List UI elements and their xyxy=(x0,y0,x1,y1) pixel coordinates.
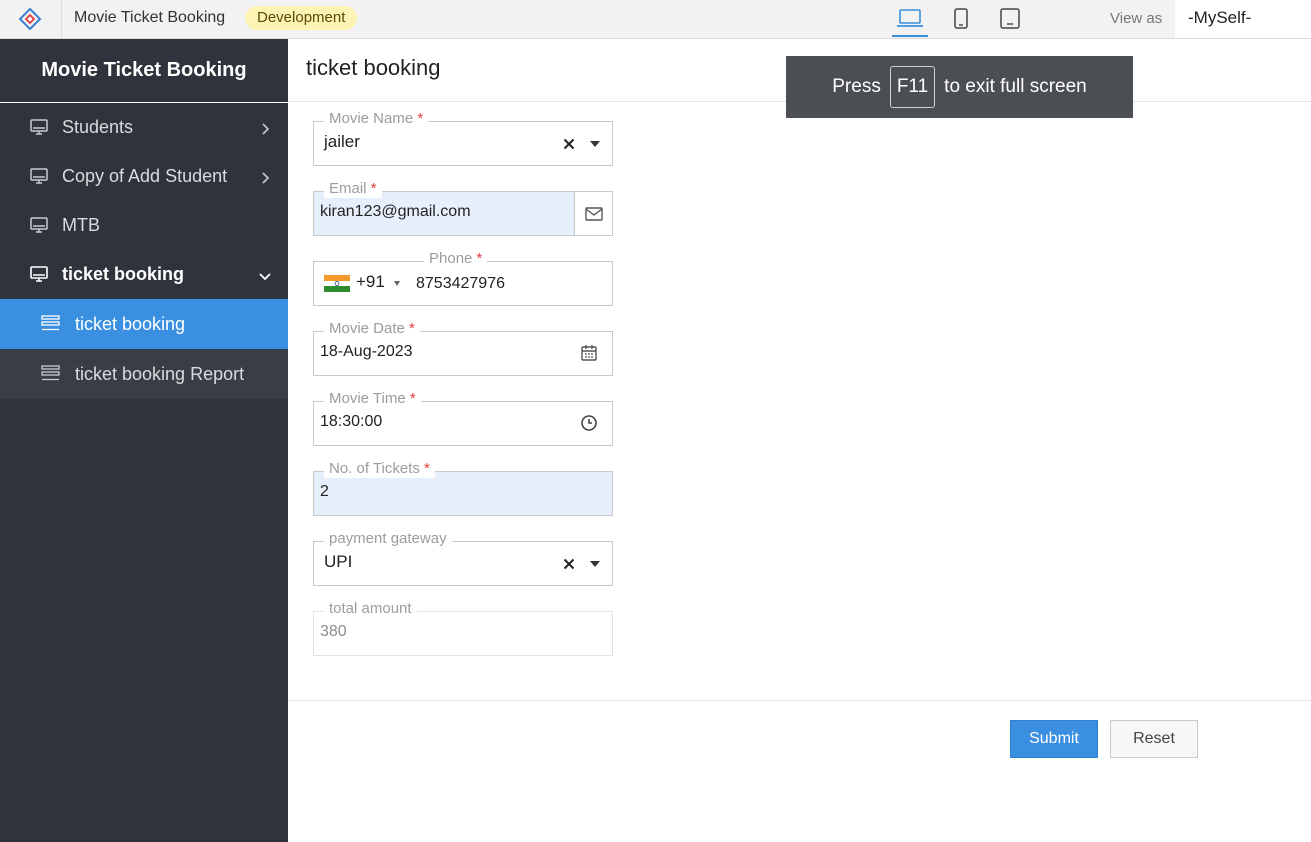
chevron-down-icon[interactable] xyxy=(590,141,600,147)
sidebar-item-label: Students xyxy=(62,117,134,137)
field-label: Movie Time * xyxy=(324,390,421,408)
monitor-icon xyxy=(29,167,49,185)
total-amount-field: total amount 380 xyxy=(313,600,613,656)
sidebar-item-label: Copy of Add Student xyxy=(62,166,228,186)
movie-name-value: jailer xyxy=(324,132,360,151)
tablet-view-button[interactable] xyxy=(992,7,1028,37)
sidebar-subitem-label: ticket booking Report xyxy=(75,363,245,384)
mail-icon[interactable] xyxy=(574,192,612,235)
clear-icon[interactable] xyxy=(563,137,575,150)
sidebar-subitem-ticket-booking-report[interactable]: ticket booking Report xyxy=(0,349,288,399)
monitor-icon xyxy=(29,118,49,136)
india-flag-icon[interactable] xyxy=(324,275,350,292)
fullscreen-toast: Press F11 to exit full screen xyxy=(786,56,1133,118)
reset-button[interactable]: Reset xyxy=(1110,720,1198,758)
tickets-field[interactable]: No. of Tickets * 2 xyxy=(313,460,613,516)
phone-icon xyxy=(954,8,968,29)
field-label: Movie Date * xyxy=(324,320,420,338)
sidebar-title: Movie Ticket Booking xyxy=(0,39,288,103)
chevron-down-icon[interactable] xyxy=(394,281,400,286)
sidebar: Movie Ticket Booking Students Copy of Ad… xyxy=(0,39,288,842)
phone-field[interactable]: Phone * +91 8753427976 xyxy=(313,250,613,306)
page-title: ticket booking xyxy=(306,55,441,80)
sidebar-item-label: MTB xyxy=(62,215,100,235)
list-icon xyxy=(41,364,61,382)
sidebar-item-ticket-booking[interactable]: ticket booking xyxy=(0,250,288,299)
field-label: Email * xyxy=(324,180,382,198)
top-bar: Movie Ticket Booking Development View as… xyxy=(0,0,1311,39)
submit-button[interactable]: Submit xyxy=(1010,720,1098,758)
movie-date-field[interactable]: Movie Date * 18-Aug-2023 xyxy=(313,320,613,376)
view-as-user-select[interactable]: -MySelf- xyxy=(1175,0,1311,38)
clear-icon[interactable] xyxy=(563,557,575,570)
movie-date-value: 18-Aug-2023 xyxy=(320,343,413,360)
field-label: payment gateway xyxy=(324,530,452,548)
divider xyxy=(61,0,62,38)
sidebar-item-label: ticket booking xyxy=(62,264,185,284)
field-label: Phone * xyxy=(424,250,488,268)
phone-view-button[interactable] xyxy=(943,7,979,37)
monitor-icon xyxy=(29,216,49,234)
app-name: Movie Ticket Booking xyxy=(74,9,226,26)
movie-time-value: 18:30:00 xyxy=(320,413,383,430)
email-value: kiran123@gmail.com xyxy=(320,203,471,220)
divider xyxy=(288,700,1311,701)
movie-time-field[interactable]: Movie Time * 18:30:00 xyxy=(313,390,613,446)
laptop-view-button[interactable] xyxy=(892,7,928,37)
chevron-down-icon[interactable] xyxy=(590,561,600,567)
toast-suffix: to exit full screen xyxy=(944,76,1087,97)
toast-prefix: Press xyxy=(832,76,881,97)
payment-gateway-select[interactable]: payment gateway UPI xyxy=(313,530,613,586)
list-icon xyxy=(41,314,61,332)
total-amount-value: 380 xyxy=(320,623,347,640)
laptop-icon xyxy=(897,9,923,27)
sidebar-item-students[interactable]: Students xyxy=(0,103,288,152)
field-label: Movie Name * xyxy=(324,110,429,128)
view-as-user: -MySelf- xyxy=(1188,8,1252,27)
field-label: total amount xyxy=(324,600,417,618)
sidebar-item-mtb[interactable]: MTB xyxy=(0,201,288,250)
chevron-right-icon xyxy=(258,169,272,184)
f11-key: F11 xyxy=(889,66,936,108)
payment-gateway-value: UPI xyxy=(324,552,353,571)
sidebar-item-copy-of-add-student[interactable]: Copy of Add Student xyxy=(0,152,288,201)
calendar-icon[interactable] xyxy=(580,344,598,362)
dial-code[interactable]: +91 xyxy=(356,272,385,292)
clock-icon[interactable] xyxy=(580,414,598,432)
field-label: No. of Tickets * xyxy=(324,460,435,478)
movie-name-select[interactable]: Movie Name * jailer xyxy=(313,110,613,166)
email-field[interactable]: Email * kiran123@gmail.com xyxy=(313,180,613,236)
chevron-down-icon xyxy=(258,267,272,281)
sidebar-subitem-ticket-booking[interactable]: ticket booking xyxy=(0,299,288,349)
app-logo-icon[interactable] xyxy=(18,7,42,31)
sidebar-subitem-label: ticket booking xyxy=(75,313,186,334)
phone-value: 8753427976 xyxy=(416,275,505,292)
view-as-label: View as xyxy=(1110,10,1163,27)
tickets-value: 2 xyxy=(320,483,329,500)
monitor-icon xyxy=(29,265,49,283)
chevron-right-icon xyxy=(258,120,272,135)
tablet-icon xyxy=(1000,8,1020,29)
environment-badge[interactable]: Development xyxy=(245,6,358,30)
